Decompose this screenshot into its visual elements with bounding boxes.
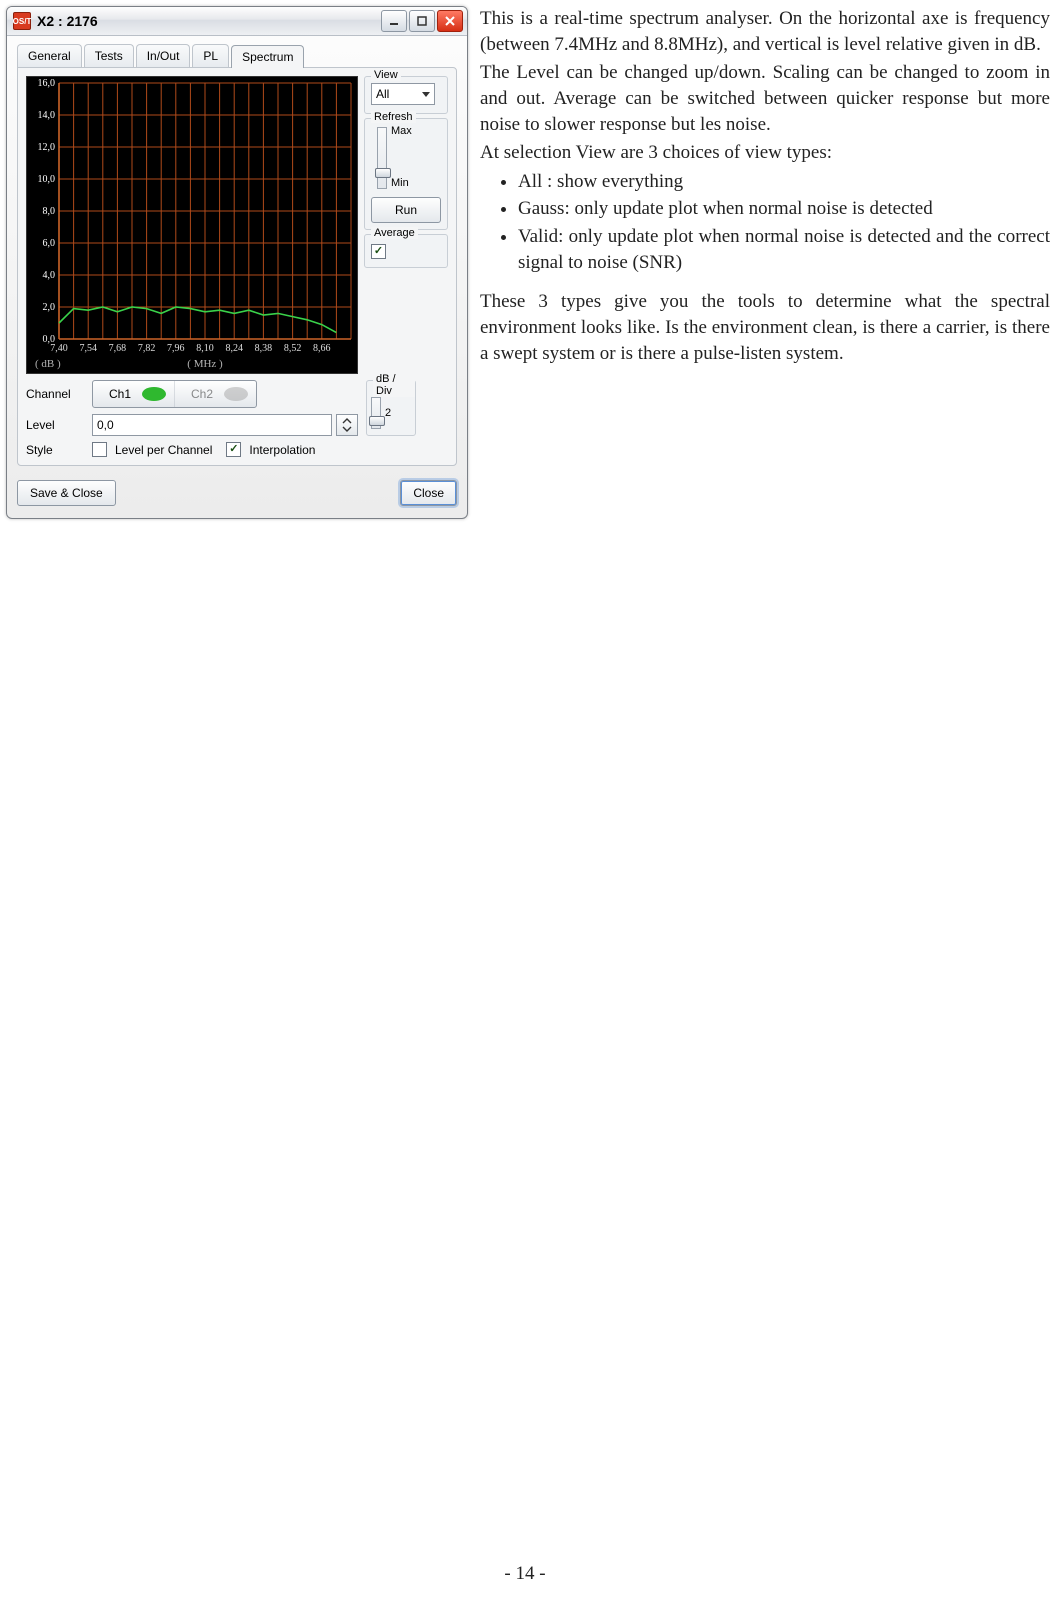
svg-text:6,0: 6,0 — [43, 238, 56, 249]
app-window: OS/T X2 : 2176 General Tests In/Out PL S… — [6, 6, 468, 519]
interpolation-checkbox[interactable] — [226, 442, 241, 457]
svg-text:14,0: 14,0 — [38, 110, 56, 121]
tab-panel-spectrum: 0,02,04,06,08,010,012,014,016,07,407,547… — [17, 67, 457, 466]
app-icon: OS/T — [13, 12, 31, 30]
close-window-button[interactable] — [437, 10, 463, 32]
save-close-button[interactable]: Save & Close — [17, 480, 116, 506]
level-per-channel-label: Level per Channel — [115, 443, 212, 457]
titlebar: OS/T X2 : 2176 — [7, 7, 467, 36]
svg-text:12,0: 12,0 — [38, 142, 56, 153]
channel-ch1[interactable]: Ch1 — [93, 381, 174, 407]
level-per-channel-checkbox[interactable] — [92, 442, 107, 457]
average-group: Average — [364, 234, 448, 268]
view-group: View All — [364, 76, 448, 114]
article-li3: Valid: only update plot when normal nois… — [518, 224, 1050, 275]
article-p3: At selection View are 3 choices of view … — [480, 140, 1050, 166]
svg-text:10,0: 10,0 — [38, 174, 56, 185]
refresh-label: Refresh — [371, 111, 416, 123]
dropdown-icon — [422, 92, 430, 97]
article-p4: These 3 types give you the tools to dete… — [480, 289, 1050, 366]
ch1-active-icon — [142, 387, 166, 401]
refresh-min-label: Min — [391, 177, 412, 189]
ch2-inactive-icon — [224, 387, 248, 401]
tab-general[interactable]: General — [17, 44, 82, 67]
svg-text:4,0: 4,0 — [43, 270, 56, 281]
spectrum-plot: 0,02,04,06,08,010,012,014,016,07,407,547… — [26, 76, 358, 374]
tab-spectrum[interactable]: Spectrum — [231, 45, 304, 68]
interpolation-label: Interpolation — [249, 443, 315, 457]
average-label: Average — [371, 227, 418, 239]
svg-text:8,0: 8,0 — [43, 206, 56, 217]
refresh-max-label: Max — [391, 125, 412, 137]
article-p2: The Level can be changed up/down. Scalin… — [480, 60, 1050, 137]
tab-tests[interactable]: Tests — [84, 44, 134, 67]
dbdiv-group: dB / Div 2 — [366, 380, 416, 436]
view-select[interactable]: All — [371, 83, 435, 105]
maximize-button[interactable] — [409, 10, 435, 32]
window-title: X2 : 2176 — [37, 13, 98, 29]
run-button[interactable]: Run — [371, 197, 441, 223]
channel-ch2[interactable]: Ch2 — [174, 381, 256, 407]
tab-pl[interactable]: PL — [192, 44, 229, 67]
style-label: Style — [26, 443, 84, 457]
dbdiv-value: 2 — [385, 407, 391, 419]
article-p1: This is a real-time spectrum analyser. O… — [480, 6, 1050, 57]
level-stepper[interactable] — [336, 414, 358, 436]
minimize-button[interactable] — [381, 10, 407, 32]
channel-toggle[interactable]: Ch1 Ch2 — [92, 380, 257, 408]
dbdiv-slider[interactable] — [371, 397, 381, 429]
average-checkbox[interactable] — [371, 244, 386, 259]
dbdiv-label: dB / Div — [373, 373, 415, 397]
article-li1: All : show everything — [518, 169, 1050, 195]
close-button[interactable]: Close — [400, 480, 457, 506]
article-li2: Gauss: only update plot when normal nois… — [518, 196, 1050, 222]
refresh-group: Refresh Max Min Run — [364, 118, 448, 230]
page-number: - 14 - — [0, 1563, 1050, 1585]
level-input[interactable]: 0,0 — [92, 414, 332, 436]
dbdiv-thumb[interactable] — [369, 416, 385, 426]
svg-text:2,0: 2,0 — [43, 302, 56, 313]
plot-shadow — [27, 333, 357, 373]
refresh-slider[interactable] — [377, 127, 387, 189]
view-select-value: All — [376, 87, 389, 101]
tab-inout[interactable]: In/Out — [136, 44, 191, 67]
view-label: View — [371, 69, 401, 81]
slider-thumb[interactable] — [375, 168, 391, 178]
level-label: Level — [26, 418, 84, 432]
article-body: This is a real-time spectrum analyser. O… — [480, 0, 1050, 369]
svg-text:16,0: 16,0 — [38, 78, 56, 89]
channel-label: Channel — [26, 387, 84, 401]
tab-strip: General Tests In/Out PL Spectrum — [17, 44, 457, 67]
